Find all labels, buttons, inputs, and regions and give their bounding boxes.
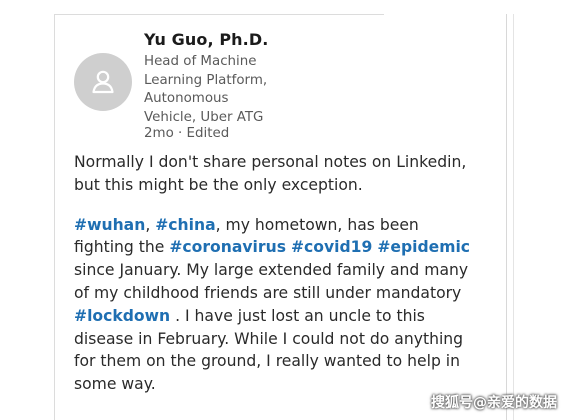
post-text-line: for them on the ground, I really wanted … [74,352,461,371]
post-text: fighting the [74,238,170,257]
avatar[interactable] [74,53,132,111]
card-border-top [54,14,384,15]
headline-line: Head of Machine [144,54,257,69]
post-text: , [145,215,156,234]
post-text: , my hometown, has been [215,215,419,234]
post-text-line: of my childhood friends are still under … [74,283,462,302]
divider-line [506,14,507,420]
hashtag-link[interactable]: #covid19 [291,238,372,256]
post-text-line: #lockdown . I have just lost an uncle to… [74,305,484,328]
post-text-line: fighting the #coronavirus #covid19 #epid… [74,236,484,259]
divider-line-secondary [513,14,514,420]
hashtag-link[interactable]: #coronavirus [169,238,286,256]
headline-line: Autonomous [144,91,229,106]
card-border-left [54,14,55,420]
post-text-line: #wuhan, #china, my hometown, has been [74,214,484,237]
post-text-line: some way. [74,375,156,394]
post-text-line: but this might be the only exception. [74,175,363,194]
hashtag-link[interactable]: #lockdown [74,307,170,325]
post-text: . I have just lost an uncle to this [170,306,425,325]
hashtag-link[interactable]: #wuhan [74,216,145,234]
post-text-line: Normally I don't share personal notes on… [74,153,467,171]
author-name[interactable]: Yu Guo, Ph.D. [144,30,268,49]
watermark: 搜狐号@亲爱的数据 [431,395,557,411]
person-silhouette-icon [92,70,114,94]
post-timestamp: 2mo · Edited [144,126,230,141]
post-body: Normally I don't share personal notes on… [74,151,484,396]
author-headline: Head of Machine Learning Platform, Auton… [144,53,284,127]
post-text-line: since January. My large extended family … [74,261,469,280]
linkedin-post-screenshot: Yu Guo, Ph.D. Head of Machine Learning P… [0,0,585,420]
post-text-line: disease in February. While I could not d… [74,329,464,348]
headline-line: Learning Platform, [144,72,268,88]
hashtag-link[interactable]: #china [155,216,215,234]
hashtag-link[interactable]: #epidemic [377,238,470,256]
